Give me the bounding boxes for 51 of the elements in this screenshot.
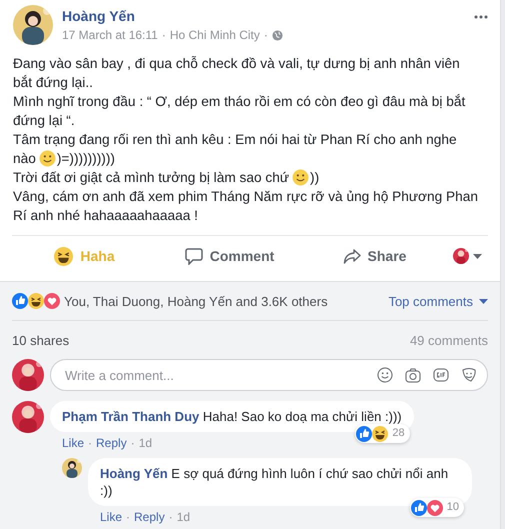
separator: ·: [162, 28, 166, 42]
author-name[interactable]: Hoàng Yến: [62, 8, 465, 24]
comments-count[interactable]: 49 comments: [410, 332, 488, 348]
comment-icon: [184, 248, 203, 264]
post-time[interactable]: 17 March at 16:11: [62, 28, 158, 42]
post-location[interactable]: Ho Chi Minh City: [170, 28, 260, 42]
post-text: Mình nghĩ trong đầu : “ Ơ, dép em tháo rồi em có còn đeo gì đâu mà bị bắt đứng lại “.: [13, 93, 466, 130]
separator: ·: [264, 28, 268, 42]
reactions-summary[interactable]: You, Thai Duong, Hoàng Yến and 3.6K others: [64, 294, 328, 308]
comment-action-link[interactable]: Like: [62, 436, 84, 450]
comment-age: 1d: [138, 436, 152, 450]
laughing-face-icon: [372, 426, 388, 442]
comment-composer[interactable]: Write a comment...: [50, 359, 488, 391]
like-icon: [12, 293, 28, 309]
comment-text: Hoàng Yến E sợ quá đứng hình luôn í chứ sao chửi nổi anh :)): [100, 466, 448, 498]
post-text: nào: [13, 150, 36, 168]
post-text: )=)))))))))): [56, 150, 115, 168]
sort-comments-link[interactable]: Top comments: [388, 294, 488, 308]
smiley-icon[interactable]: [377, 367, 393, 383]
more-icon[interactable]: [474, 15, 488, 19]
comment-action-link[interactable]: Reply: [96, 436, 127, 450]
globe-icon: [272, 30, 283, 40]
post-text: Đang vào sân bay , đi qua chỗ check đồ và vali, tự dưng bị anh nhân viên bắt đứng lại..: [13, 55, 461, 92]
comment-action-link[interactable]: Like: [100, 510, 122, 524]
comment-field[interactable]: Write a comment...: [63, 366, 365, 384]
reaction-count-badge[interactable]: 10: [410, 498, 464, 517]
caret-icon: [473, 254, 482, 258]
comment-action-link[interactable]: Reply: [134, 510, 165, 524]
post-text: Tâm trạng đang rối ren thì anh kêu : Em nói hai từ Phan Rí cho anh nghe: [13, 131, 457, 149]
comment-text: Phạm Trần Thanh Duy Haha! Sao ko doạ ma chửi liền :))): [62, 409, 402, 424]
comment-age: 1d: [176, 510, 190, 524]
shares-count[interactable]: 10 shares: [12, 332, 70, 348]
smiley-icon: [38, 150, 56, 167]
separator: ·: [168, 510, 173, 524]
reaction-count-badge[interactable]: 28: [355, 424, 410, 443]
comment-button[interactable]: Comment: [157, 242, 302, 270]
share-button[interactable]: Share: [302, 242, 447, 270]
separator: ·: [130, 436, 135, 450]
caret-icon: [479, 298, 488, 304]
share-icon: [342, 248, 361, 264]
laughing-face-icon: [54, 246, 74, 266]
sticker-icon[interactable]: [461, 367, 477, 383]
post-text: Vâng, cám ơn anh đã xem phim Tháng Năm rực rỡ và ủng hộ Phương Phan Rí anh nhé hahaaaaahaaaaa !: [13, 188, 479, 225]
separator: ·: [126, 510, 130, 524]
laughing-face-icon: [28, 293, 44, 309]
post-text: Trời đất ơi giật cả mình tưởng bị làm sao chứ: [13, 169, 290, 187]
separator: ·: [88, 436, 92, 450]
camera-icon[interactable]: [405, 368, 421, 382]
post-text: )): [310, 169, 320, 187]
smiley-icon: [292, 169, 310, 186]
gif-icon[interactable]: [433, 368, 449, 382]
